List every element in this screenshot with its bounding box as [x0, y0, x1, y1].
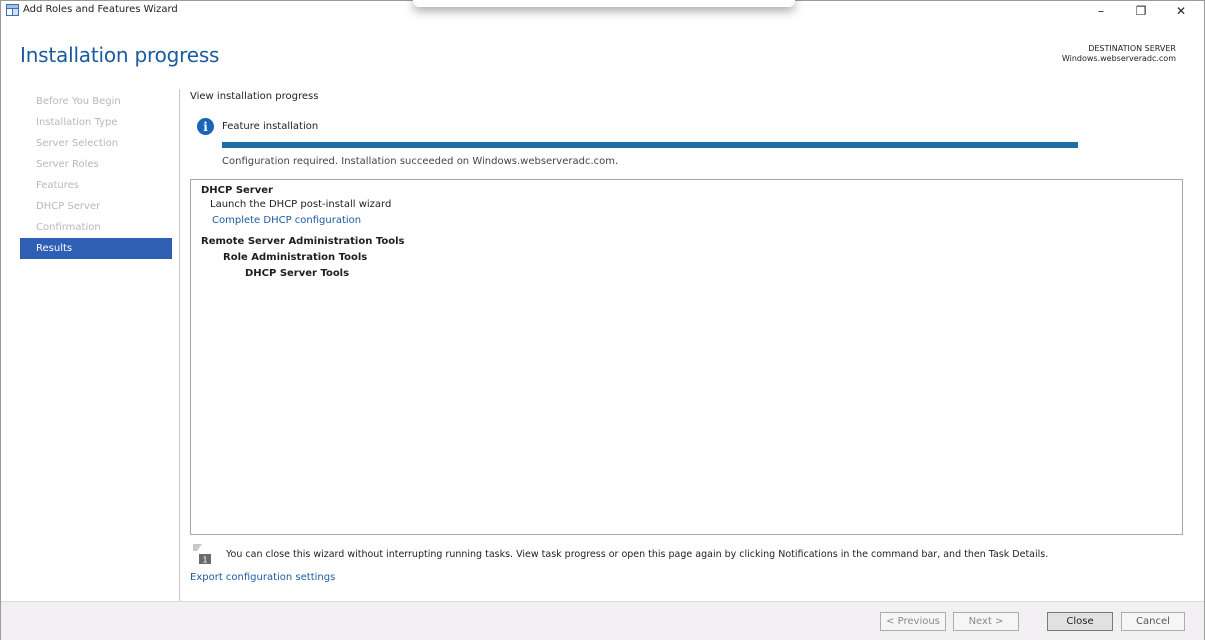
- destination-server-name: Windows.webserveradc.com: [1061, 54, 1176, 63]
- installation-status-text: Configuration required. Installation suc…: [222, 156, 619, 167]
- server-manager-icon: [6, 4, 19, 16]
- export-configuration-settings-link[interactable]: Export configuration settings: [190, 572, 335, 583]
- result-role-admin-tools: Role Administration Tools: [223, 252, 368, 263]
- feature-installation-label: Feature installation: [222, 121, 319, 132]
- notification-flag-icon: 1: [193, 544, 211, 565]
- destination-server-label: DESTINATION SERVER: [1088, 44, 1176, 53]
- wizard-steps-sidebar: Before You Begin Installation Type Serve…: [20, 91, 172, 259]
- minimize-button[interactable]: –: [1086, 1, 1116, 21]
- sidebar-item-results[interactable]: Results: [20, 238, 172, 259]
- result-launch-wizard: Launch the DHCP post-install wizard: [210, 199, 392, 210]
- progress-bar-fill: [222, 142, 1078, 148]
- close-button[interactable]: Close: [1047, 612, 1113, 631]
- window-title: Add Roles and Features Wizard: [23, 4, 178, 15]
- cancel-button[interactable]: Cancel: [1121, 612, 1185, 631]
- result-dhcp-server: DHCP Server: [201, 185, 273, 196]
- next-button[interactable]: Next >: [953, 612, 1019, 631]
- sidebar-item-installation-type: Installation Type: [36, 117, 118, 128]
- sidebar-item-dhcp-server: DHCP Server: [36, 201, 101, 212]
- wizard-footer: [1, 601, 1204, 640]
- close-wizard-note: You can close this wizard without interr…: [226, 549, 1049, 560]
- sidebar-item-confirmation: Confirmation: [36, 222, 101, 233]
- wizard-window: Add Roles and Features Wizard – ❐ ✕ Inst…: [0, 0, 1205, 640]
- sidebar-divider: [179, 89, 180, 601]
- overlapping-window-edge: [413, 0, 795, 7]
- svg-text:1: 1: [202, 556, 207, 565]
- results-panel[interactable]: DHCP Server Launch the DHCP post-install…: [190, 179, 1183, 535]
- page-title: Installation progress: [20, 43, 220, 67]
- installation-progress-bar: [222, 142, 1078, 148]
- complete-dhcp-configuration-link[interactable]: Complete DHCP configuration: [212, 215, 361, 226]
- restore-button[interactable]: ❐: [1126, 1, 1156, 21]
- previous-button[interactable]: < Previous: [880, 612, 946, 631]
- close-window-button[interactable]: ✕: [1166, 1, 1196, 21]
- sidebar-item-before-you-begin: Before You Begin: [36, 96, 121, 107]
- result-dhcp-server-tools: DHCP Server Tools: [245, 268, 350, 279]
- sidebar-item-server-selection: Server Selection: [36, 138, 119, 149]
- info-icon: i: [197, 118, 214, 135]
- sidebar-item-features: Features: [36, 180, 79, 191]
- sidebar-item-server-roles: Server Roles: [36, 159, 99, 170]
- result-rsat: Remote Server Administration Tools: [201, 236, 405, 247]
- progress-heading: View installation progress: [190, 91, 319, 102]
